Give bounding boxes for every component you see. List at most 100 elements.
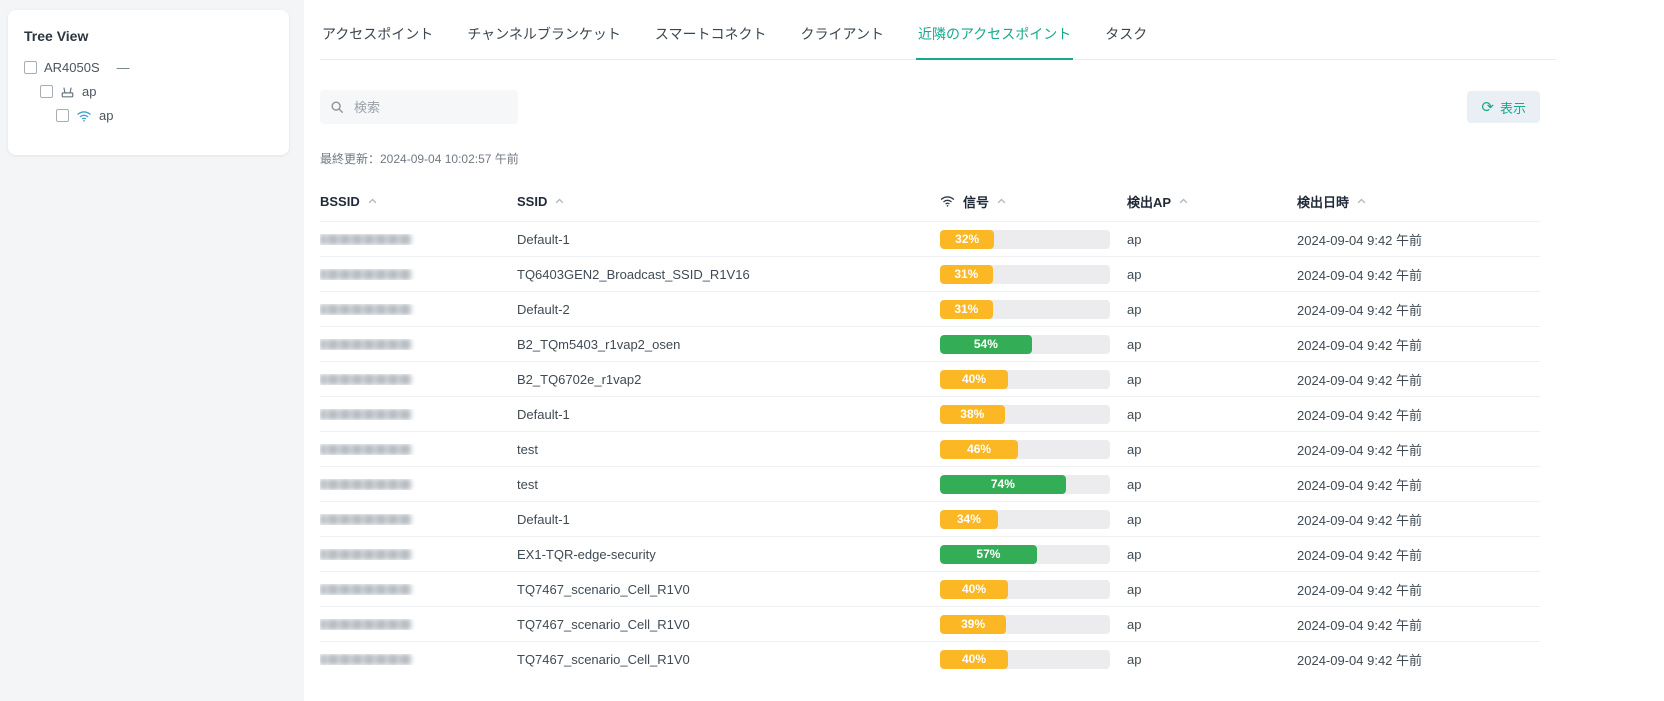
table-row: TQ7467_scenario_Cell_R1V040%ap2024-09-04…: [320, 571, 1540, 606]
search-input[interactable]: [352, 99, 532, 116]
tree-node-ap-label[interactable]: ap: [82, 84, 96, 99]
search-box[interactable]: [320, 90, 518, 124]
tab[interactable]: チャンネルブランケット: [465, 24, 623, 60]
refresh-icon: ⟳: [1481, 100, 1494, 115]
cell-signal: 74%: [940, 475, 1127, 494]
table-row: Default-134%ap2024-09-04 9:42 午前: [320, 501, 1540, 536]
tab[interactable]: タスク: [1103, 24, 1149, 60]
access-point-device-icon: [60, 85, 75, 99]
tree-collapse-toggle[interactable]: —: [117, 60, 130, 75]
tree-node-root-label[interactable]: AR4050S: [44, 60, 100, 75]
cell-detected-ap: ap: [1127, 302, 1297, 317]
column-header-label: SSID: [517, 194, 547, 209]
table-body: Default-132%ap2024-09-04 9:42 午前TQ6403GE…: [320, 221, 1540, 676]
column-header[interactable]: BSSID: [320, 194, 517, 209]
cell-ssid: test: [517, 477, 940, 492]
table-header: BSSID SSID 信号検出AP 検出日時: [320, 181, 1540, 221]
cell-ssid: B2_TQm5403_r1vap2_osen: [517, 337, 940, 352]
cell-bssid: [320, 514, 517, 525]
column-header-label: BSSID: [320, 194, 360, 209]
neighbor-ap-table: BSSIDSSID信号検出AP検出日時 Default-132%ap2024-0…: [320, 181, 1540, 676]
column-header-label: 検出AP: [1127, 192, 1171, 211]
cell-ssid: Default-1: [517, 232, 940, 247]
signal-bar: 46%: [940, 440, 1110, 459]
tab[interactable]: スマートコネクト: [653, 24, 769, 60]
tab[interactable]: アクセスポイント: [320, 24, 435, 60]
signal-bar-fill: 40%: [940, 650, 1008, 669]
cell-detected-ap: ap: [1127, 372, 1297, 387]
tree-node-wifi-ap-label[interactable]: ap: [99, 108, 113, 123]
signal-bar: 31%: [940, 265, 1110, 284]
signal-bar: 40%: [940, 370, 1110, 389]
signal-bar: 40%: [940, 650, 1110, 669]
signal-bar-fill: 54%: [940, 335, 1032, 354]
bssid-redacted: [320, 234, 412, 245]
sort-caret-icon: [1179, 198, 1188, 204]
tree-checkbox-wifi-ap[interactable]: [56, 109, 69, 122]
signal-bar-fill: 31%: [940, 265, 993, 284]
cell-bssid: [320, 304, 517, 315]
cell-detected-at: 2024-09-04 9:42 午前: [1297, 230, 1540, 249]
cell-bssid: [320, 374, 517, 385]
cell-detected-at: 2024-09-04 9:42 午前: [1297, 580, 1540, 599]
cell-detected-at: 2024-09-04 9:42 午前: [1297, 440, 1540, 459]
cell-detected-at: 2024-09-04 9:42 午前: [1297, 335, 1540, 354]
cell-signal: 31%: [940, 265, 1127, 284]
cell-detected-ap: ap: [1127, 407, 1297, 422]
cell-detected-at: 2024-09-04 9:42 午前: [1297, 265, 1540, 284]
cell-detected-at: 2024-09-04 9:42 午前: [1297, 370, 1540, 389]
bssid-redacted: [320, 549, 412, 560]
wifi-icon: [76, 110, 92, 122]
cell-ssid: Default-1: [517, 407, 940, 422]
bssid-redacted: [320, 374, 412, 385]
cell-ssid: B2_TQ6702e_r1vap2: [517, 372, 940, 387]
main-panel: アクセスポイントチャンネルブランケットスマートコネクトクライアント近隣のアクセス…: [304, 0, 1664, 701]
cell-detected-ap: ap: [1127, 617, 1297, 632]
tree-checkbox-ap[interactable]: [40, 85, 53, 98]
table-row: B2_TQ6702e_r1vap240% ap2024-09-04 9:42 午前: [320, 361, 1540, 396]
cell-detected-ap: ap: [1127, 232, 1297, 247]
column-header[interactable]: 検出AP: [1127, 192, 1297, 211]
column-header[interactable]: 検出日時: [1297, 192, 1540, 211]
cell-detected-ap: ap: [1127, 267, 1297, 282]
cell-detected-at: 2024-09-04 9:42 午前: [1297, 510, 1540, 529]
show-button[interactable]: ⟳ 表示: [1467, 91, 1540, 123]
cell-signal: 40%: [940, 580, 1127, 599]
tree-node-root: AR4050S —: [24, 60, 273, 75]
cell-ssid: TQ7467_scenario_Cell_R1V0: [517, 582, 940, 597]
search-icon: [330, 100, 344, 114]
tree-node-ap: ap: [40, 84, 273, 99]
cell-bssid: [320, 619, 517, 630]
table-row: TQ7467_scenario_Cell_R1V040%ap2024-09-04…: [320, 641, 1540, 676]
tree-node-wifi-ap: ap: [56, 108, 273, 123]
cell-detected-at: 2024-09-04 9:42 午前: [1297, 545, 1540, 564]
last-updated-text: 最終更新：2024-09-04 10:02:57 午前: [320, 150, 1540, 167]
show-button-label: 表示: [1500, 98, 1526, 117]
column-header[interactable]: SSID: [517, 194, 940, 209]
sort-caret-icon: [1357, 198, 1366, 204]
cell-ssid: TQ6403GEN2_Broadcast_SSID_R1V16: [517, 267, 940, 282]
cell-detected-at: 2024-09-04 9:42 午前: [1297, 615, 1540, 634]
tree-view-title: Tree View: [24, 28, 273, 44]
cell-ssid: TQ7467_scenario_Cell_R1V0: [517, 652, 940, 667]
cell-signal: 39%: [940, 615, 1127, 634]
signal-bar-fill: 40%: [940, 580, 1008, 599]
cell-detected-ap: ap: [1127, 547, 1297, 562]
column-header[interactable]: 信号: [940, 192, 1127, 211]
cell-ssid: EX1-TQR-edge-security: [517, 547, 940, 562]
signal-bar-fill: 32%: [940, 230, 994, 249]
cell-ssid: Default-2: [517, 302, 940, 317]
tree-checkbox-root[interactable]: [24, 61, 37, 74]
tab-active[interactable]: 近隣のアクセスポイント: [916, 24, 1073, 60]
signal-bar: 39%: [940, 615, 1110, 634]
toolbar: ⟳ 表示: [320, 90, 1540, 124]
tab[interactable]: クライアント: [799, 24, 886, 60]
signal-bar: 32%: [940, 230, 1110, 249]
signal-bar-fill: 34%: [940, 510, 998, 529]
cell-signal: 46%: [940, 440, 1127, 459]
cell-ssid: Default-1: [517, 512, 940, 527]
bssid-redacted: [320, 304, 412, 315]
signal-bar-fill: 46%: [940, 440, 1018, 459]
cell-signal: 31%: [940, 300, 1127, 319]
cell-bssid: [320, 409, 517, 420]
